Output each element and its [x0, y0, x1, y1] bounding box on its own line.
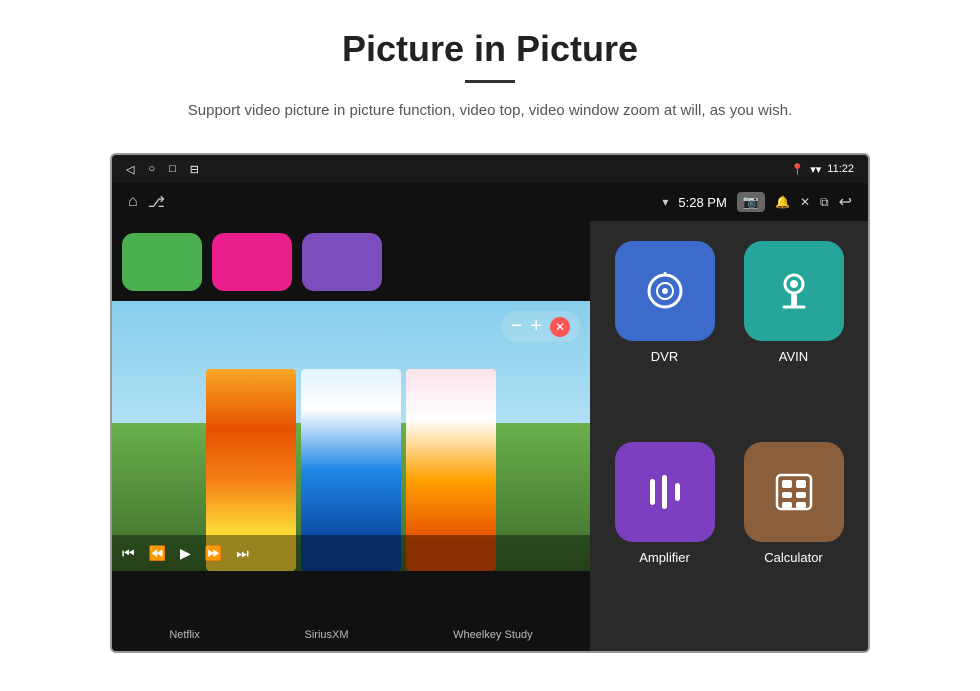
nav-bar: ⌂ ⎇ ▾ 5:28 PM 📷 🔔 ✕ ⧉ ↩	[112, 183, 868, 221]
recents-icon[interactable]: □	[169, 163, 176, 175]
location-icon: 📍	[791, 163, 805, 176]
close-x-icon: ✕	[555, 320, 565, 334]
pip-close-button[interactable]: ✕	[550, 317, 570, 337]
volume-icon[interactable]: 🔔	[775, 195, 790, 209]
app-icon-calculator[interactable]	[744, 442, 844, 542]
subtitle: Support video picture in picture functio…	[140, 99, 840, 123]
menu-icon[interactable]: ⊟	[190, 163, 199, 176]
app-grid-amplifier[interactable]: Amplifier	[606, 442, 723, 631]
siriusxm-label: SiriusXM	[305, 629, 349, 641]
app-grid-dvr[interactable]: DVR	[606, 241, 723, 430]
home-nav-icon[interactable]: ⌂	[128, 193, 138, 211]
video-player[interactable]: − + ✕ 📷 ⏮ ⏪ ▶ ⏩	[112, 301, 590, 571]
device-frame: ◁ ○ □ ⊟ 📍 ▾▾ 11:22 ⌂ ⎇ ▾ 5:28 PM 📷 🔔 ✕ ⧉…	[110, 153, 870, 653]
amplifier-label: Amplifier	[639, 550, 690, 565]
wifi-signal-icon: ▾	[662, 195, 668, 209]
next-icon[interactable]: ⏩	[205, 545, 222, 562]
back-icon[interactable]: ◁	[126, 163, 134, 176]
app-grid-avin[interactable]: AVIN	[735, 241, 852, 430]
status-time: 11:22	[827, 163, 854, 175]
app-label-wheelkey: Wheelkey Study	[453, 629, 532, 641]
app-icon-wheelkey[interactable]	[302, 233, 382, 291]
dvr-icon-svg	[640, 266, 690, 316]
app-icon-dvr[interactable]	[615, 241, 715, 341]
pip-icon[interactable]: ⧉	[820, 195, 829, 210]
pip-plus-button[interactable]: +	[530, 315, 542, 338]
app-label-netflix: Netflix	[169, 629, 200, 641]
back-nav-icon[interactable]: ↩	[839, 192, 852, 212]
page-title: Picture in Picture	[60, 28, 920, 70]
avin-icon-svg	[769, 266, 819, 316]
wheelkey-label: Wheelkey Study	[453, 629, 532, 641]
status-bar-left: ◁ ○ □ ⊟	[126, 163, 199, 176]
usb-icon: ⎇	[148, 193, 165, 211]
netflix-label: Netflix	[169, 629, 200, 641]
calculator-label: Calculator	[764, 550, 823, 565]
app-grid-calculator[interactable]: Calculator	[735, 442, 852, 631]
wifi-icon: ▾▾	[810, 163, 821, 176]
header-section: Picture in Picture Support video picture…	[0, 0, 980, 141]
video-controls-bar[interactable]: ⏮ ⏪ ▶ ⏩ ⏭	[112, 535, 590, 571]
nav-bar-right: ▾ 5:28 PM 📷 🔔 ✕ ⧉ ↩	[662, 192, 852, 212]
app-icon-amplifier[interactable]	[615, 442, 715, 542]
main-content: − + ✕ 📷 ⏮ ⏪ ▶ ⏩	[112, 221, 868, 651]
calculator-icon-svg	[769, 467, 819, 517]
app-icon-avin[interactable]	[744, 241, 844, 341]
pip-controls[interactable]: − + ✕	[501, 311, 580, 342]
pip-minus-button[interactable]: −	[511, 315, 523, 338]
play-icon[interactable]: ▶	[180, 545, 191, 562]
avin-label: AVIN	[779, 349, 808, 364]
dvr-label: DVR	[651, 349, 678, 364]
home-icon[interactable]: ○	[148, 163, 155, 175]
app-icon-siriusxm[interactable]	[212, 233, 292, 291]
apps-bottom-row: Netflix SiriusXM Wheelkey Study	[112, 571, 590, 651]
app-label-siriusxm: SiriusXM	[305, 629, 349, 641]
apps-top-row	[112, 221, 590, 301]
left-area: − + ✕ 📷 ⏮ ⏪ ▶ ⏩	[112, 221, 590, 651]
title-divider	[465, 80, 515, 83]
prev-icon[interactable]: ⏪	[149, 545, 166, 562]
camera-icon[interactable]: 📷	[737, 192, 765, 212]
app-icon-netflix[interactable]	[122, 233, 202, 291]
nav-time: 5:28 PM	[678, 195, 726, 210]
right-area: DVR AVIN	[590, 221, 868, 651]
amplifier-icon-svg	[640, 467, 690, 517]
close-icon[interactable]: ✕	[800, 195, 810, 209]
rewind-icon[interactable]: ⏮	[122, 545, 135, 562]
app-area: − + ✕ 📷 ⏮ ⏪ ▶ ⏩	[112, 221, 868, 651]
nav-bar-left: ⌂ ⎇	[128, 193, 165, 211]
status-bar-right: 📍 ▾▾ 11:22	[791, 163, 854, 176]
status-bar: ◁ ○ □ ⊟ 📍 ▾▾ 11:22	[112, 155, 868, 183]
forward-icon[interactable]: ⏭	[236, 545, 249, 562]
